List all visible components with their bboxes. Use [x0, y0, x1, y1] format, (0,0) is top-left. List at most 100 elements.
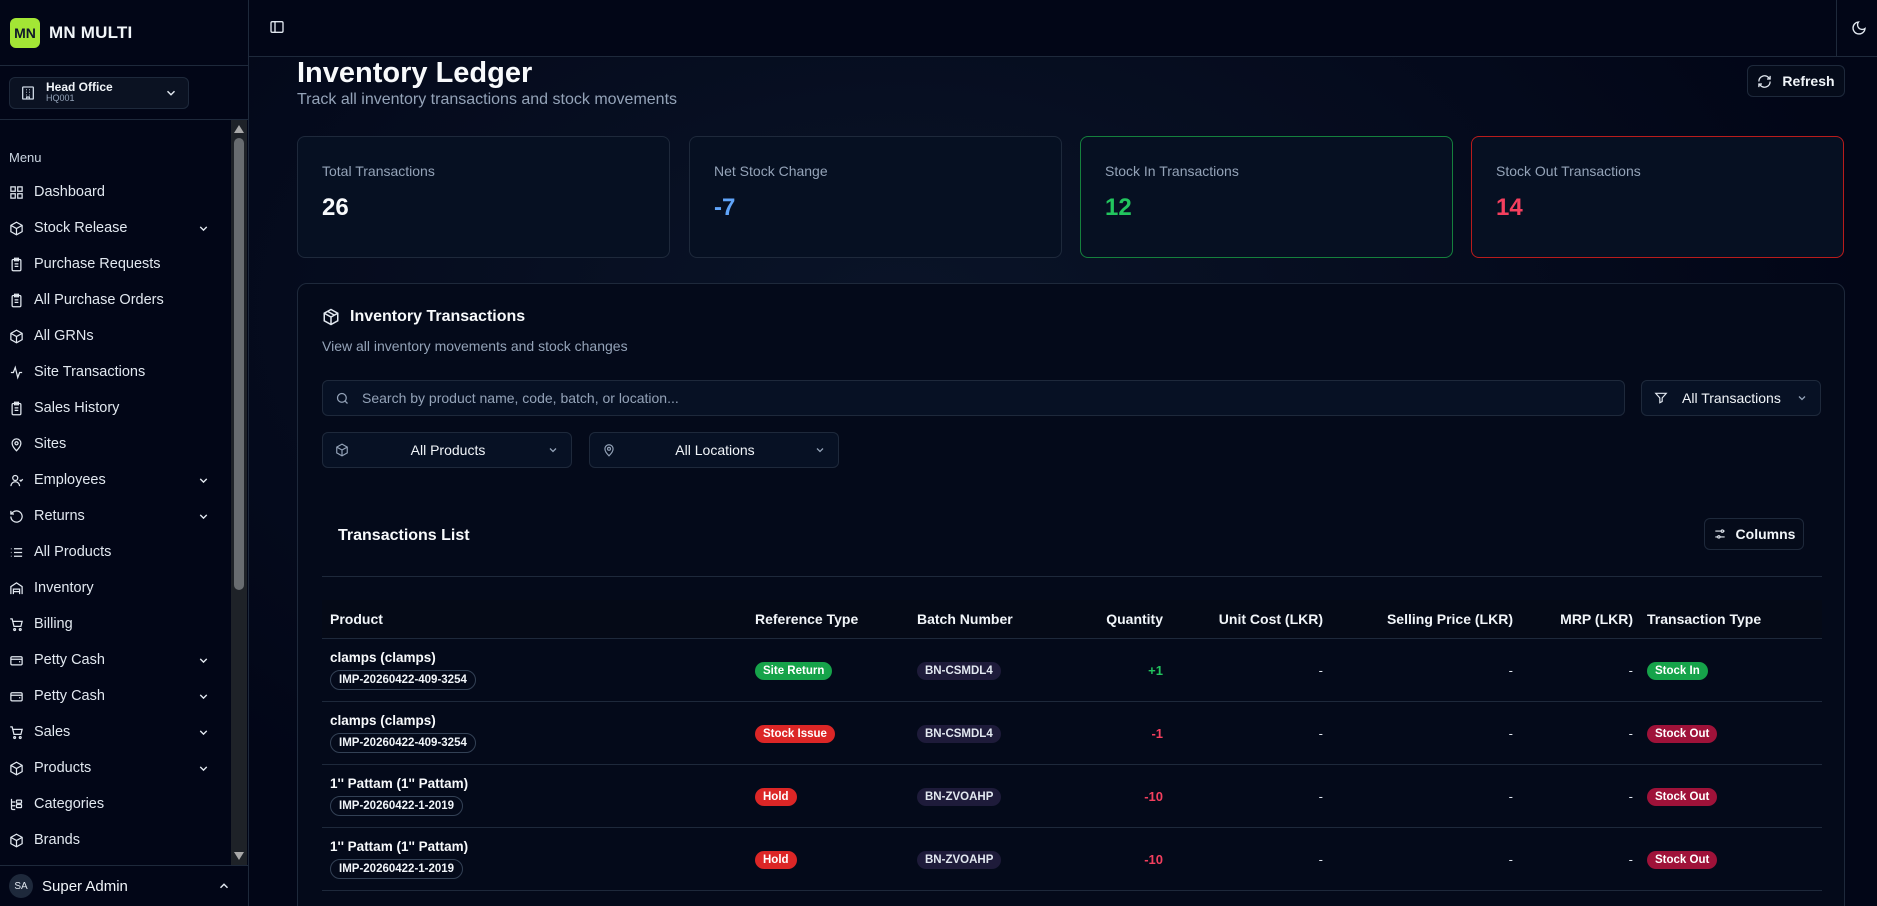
- sidebar-item-products[interactable]: Products: [0, 750, 230, 786]
- chevron-down-icon: [199, 225, 208, 231]
- chevron-down-icon: [816, 448, 824, 453]
- branch-selector[interactable]: Head Office HQ001: [9, 76, 189, 109]
- cell-batch-number: BN-CSMDL4: [917, 724, 1039, 743]
- sidebar-item-brands[interactable]: Brands: [0, 822, 230, 858]
- user-menu[interactable]: SA Super Admin: [0, 865, 249, 906]
- scroll-thumb[interactable]: [234, 138, 244, 590]
- sidebar-item-purchase-requests[interactable]: Purchase Requests: [0, 246, 230, 282]
- sidebar-item-sites[interactable]: Sites: [0, 426, 230, 462]
- sidebar-item-inventory[interactable]: Inventory: [0, 570, 230, 606]
- sidebar: MN MN MULTI Head Office HQ001 Menu Dashb…: [0, 0, 249, 906]
- transaction-type-filter[interactable]: All Transactions: [1641, 380, 1821, 416]
- sidebar-item-all-products[interactable]: All Products: [0, 534, 230, 570]
- package-icon: [323, 308, 339, 326]
- sidebar-item-label: Brands: [34, 832, 80, 848]
- wallet-icon: [10, 655, 23, 665]
- stat-value: 12: [1105, 194, 1132, 221]
- reference-type-badge: Hold: [755, 850, 797, 869]
- sidebar-item-all-purchase-orders[interactable]: All Purchase Orders: [0, 282, 230, 318]
- header-unit-cost[interactable]: Unit Cost (LKR): [1163, 611, 1323, 627]
- warehouse-icon: [10, 581, 23, 594]
- stat-value: 26: [322, 194, 349, 221]
- sidebar-item-petty-cash[interactable]: Petty Cash: [0, 678, 230, 714]
- sidebar-item-label: Site Transactions: [34, 364, 146, 380]
- table-row[interactable]: 1'' Pattam (1'' Pattam) IMP-20260422-1-20…: [322, 828, 1822, 891]
- user-name: Super Admin: [42, 877, 128, 895]
- search-box[interactable]: [322, 380, 1625, 416]
- sidebar-item-sales[interactable]: Sales: [0, 714, 230, 750]
- header-product[interactable]: Product: [322, 611, 755, 627]
- settings-sliders-icon: [1714, 529, 1725, 539]
- sidebar-item-returns[interactable]: Returns: [0, 498, 230, 534]
- cell-batch-number: BN-CSMDL4: [917, 661, 1039, 680]
- cart-icon: [10, 617, 23, 631]
- sidebar-item-label: Categories: [34, 796, 105, 812]
- table-row[interactable]: 1'' Pattam (1'' Pattam) IMP-20260422-1-20…: [322, 765, 1822, 828]
- tree-icon: [10, 798, 23, 810]
- transaction-type-badge: Stock In: [1647, 661, 1708, 680]
- transactions-panel: Inventory Transactions View all inventor…: [297, 283, 1845, 906]
- reference-type-badge: Site Return: [755, 661, 833, 680]
- topbar-divider: [1836, 0, 1837, 57]
- header-batch-number[interactable]: Batch Number: [917, 611, 1039, 627]
- sidebar-item-label: Inventory: [34, 580, 94, 596]
- package-icon: [10, 761, 23, 775]
- filter-label: All Products: [410, 442, 486, 458]
- sidebar-item-label: Petty Cash: [34, 652, 105, 668]
- sidebar-item-stock-release[interactable]: Stock Release: [0, 210, 230, 246]
- stat-label: Stock Out Transactions: [1496, 163, 1641, 179]
- cell-reference-type: Hold: [755, 787, 917, 806]
- sidebar-item-petty-cash[interactable]: Petty Cash: [0, 642, 230, 678]
- transaction-type-badge: Stock Out: [1647, 724, 1718, 743]
- sidebar-item-categories[interactable]: Categories: [0, 786, 230, 822]
- sidebar-item-label: Dashboard: [34, 184, 105, 200]
- menu-list: Dashboard Stock Release Purchase Requests A…: [0, 174, 230, 858]
- stat-value: -7: [714, 194, 736, 221]
- sidebar-item-site-transactions[interactable]: Site Transactions: [0, 354, 230, 390]
- cell-quantity: -1: [1151, 725, 1163, 741]
- scroll-up-arrow[interactable]: [234, 125, 244, 133]
- product-code: IMP-20260422-409-3254: [330, 733, 476, 753]
- refresh-label: Refresh: [1782, 73, 1835, 89]
- reference-type-badge: Stock Issue: [755, 724, 835, 743]
- columns-button[interactable]: Columns: [1704, 518, 1804, 550]
- cell-transaction-type: Stock In: [1633, 661, 1822, 680]
- sidebar-item-sales-history[interactable]: Sales History: [0, 390, 230, 426]
- filter-label: All Transactions: [1682, 390, 1781, 406]
- table-row[interactable]: clamps (clamps) IMP-20260422-409-3254 Site…: [322, 639, 1822, 702]
- refresh-button[interactable]: Refresh: [1747, 65, 1845, 97]
- header-reference-type[interactable]: Reference Type: [755, 611, 917, 627]
- chevron-down-icon: [199, 729, 208, 735]
- list-icon: [10, 547, 23, 557]
- product-name: 1'' Pattam (1'' Pattam): [330, 839, 469, 854]
- user-icon: [10, 474, 24, 486]
- sidebar-scrollbar[interactable]: [231, 120, 247, 865]
- brand[interactable]: MN MN MULTI: [0, 0, 248, 66]
- sidebar-toggle-button[interactable]: [269, 19, 285, 38]
- sidebar-item-billing[interactable]: Billing: [0, 606, 230, 642]
- header-selling-price[interactable]: Selling Price (LKR): [1323, 611, 1513, 627]
- header-quantity[interactable]: Quantity: [1039, 611, 1163, 627]
- header-mrp[interactable]: MRP (LKR): [1513, 611, 1633, 627]
- cell-quantity: +1: [1148, 662, 1163, 678]
- search-input[interactable]: [362, 390, 1562, 406]
- cell-quantity: -10: [1144, 851, 1163, 867]
- refresh-icon: [1758, 74, 1772, 88]
- location-filter[interactable]: All Locations: [589, 432, 839, 468]
- header-transaction-type[interactable]: Transaction Type: [1633, 611, 1822, 627]
- list-title: Transactions List: [338, 527, 470, 544]
- sidebar-item-employees[interactable]: Employees: [0, 462, 230, 498]
- chevron-up-icon: [219, 883, 229, 889]
- clipboard-icon: [11, 293, 22, 307]
- theme-toggle-button[interactable]: [1851, 20, 1867, 39]
- product-code: IMP-20260422-1-2019: [330, 796, 464, 816]
- table-row[interactable]: clamps (clamps) IMP-20260422-409-3254 Stoc…: [322, 702, 1822, 765]
- brand-name: MN MULTI: [49, 22, 133, 42]
- product-filter[interactable]: All Products: [322, 432, 572, 468]
- stat-net-stock-change: Net Stock Change -7: [689, 136, 1062, 258]
- branch-code: HQ001: [46, 93, 75, 104]
- scroll-down-arrow[interactable]: [234, 852, 244, 860]
- sidebar-item-label: Petty Cash: [34, 688, 105, 704]
- sidebar-item-all-grns[interactable]: All GRNs: [0, 318, 230, 354]
- sidebar-item-dashboard[interactable]: Dashboard: [0, 174, 230, 210]
